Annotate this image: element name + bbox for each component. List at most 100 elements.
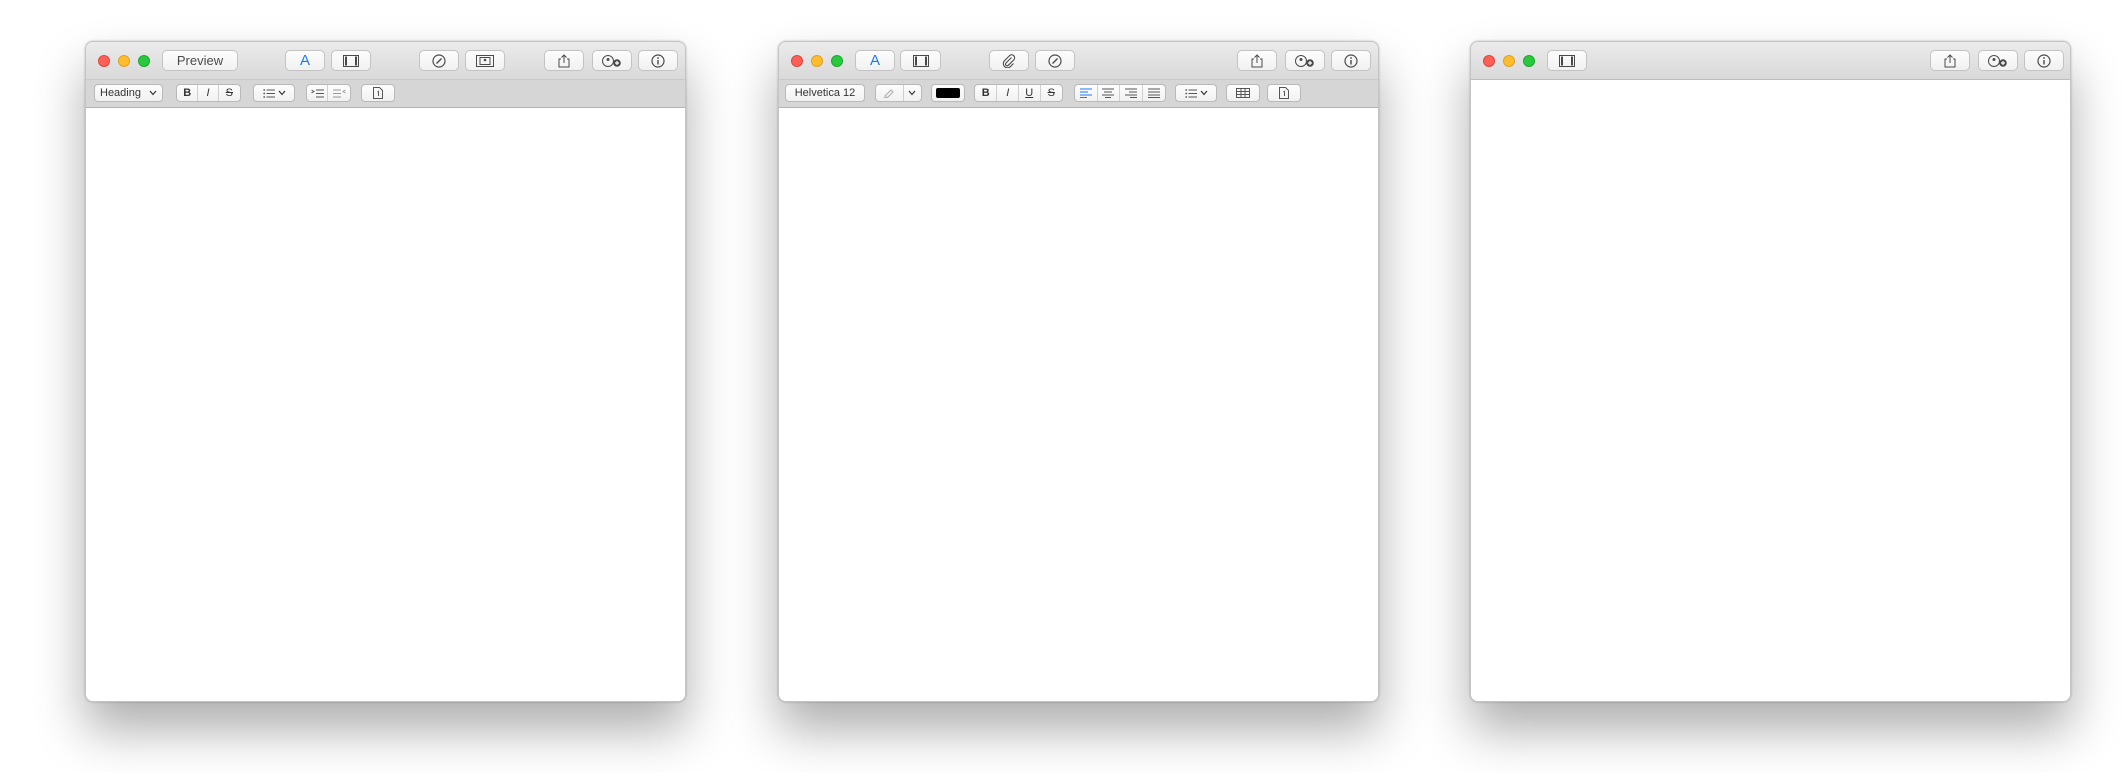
bulleted-list-icon (262, 88, 275, 98)
chevron-down-icon (1200, 90, 1207, 96)
align-justify-icon (1147, 88, 1160, 98)
close-button[interactable] (1483, 55, 1495, 67)
page-number-button[interactable] (361, 84, 395, 102)
share-icon (558, 53, 570, 67)
markup-icon (432, 53, 446, 68)
share-button[interactable] (1930, 50, 1970, 71)
markup-button[interactable] (419, 50, 459, 71)
chevron-down-icon (149, 90, 157, 96)
page-number-button[interactable] (1267, 84, 1301, 102)
info-button[interactable] (638, 50, 678, 71)
italic-button[interactable]: I (997, 85, 1019, 101)
text-style-segmented: B I U S (974, 84, 1063, 102)
collaborate-button[interactable] (1978, 50, 2018, 71)
share-icon (1944, 53, 1956, 67)
chevron-down-icon (278, 90, 285, 96)
media-button[interactable] (900, 50, 941, 71)
document-content-area[interactable] (1471, 80, 2070, 701)
font-value: Helvetica 12 (794, 87, 856, 99)
italic-button[interactable]: I (198, 85, 219, 101)
align-left-button[interactable] (1075, 85, 1098, 101)
format-text-icon: A (299, 52, 310, 69)
info-button[interactable] (1331, 50, 1371, 71)
highlight-button[interactable] (876, 85, 904, 101)
list-style-popup[interactable] (1175, 84, 1217, 102)
justify-button[interactable] (1143, 85, 1165, 101)
indent-decrease-icon (332, 89, 346, 97)
close-button[interactable] (98, 55, 110, 67)
font-popup[interactable]: Helvetica 12 (785, 84, 865, 102)
bold-button[interactable]: B (975, 85, 998, 101)
decrease-indent-button[interactable] (328, 85, 350, 101)
highlight-popup (875, 84, 922, 102)
media-button[interactable] (1547, 50, 1587, 71)
highlight-chevron[interactable] (904, 85, 921, 101)
page-number-icon (1279, 87, 1289, 99)
title-bar (1471, 42, 2070, 80)
table-button[interactable] (1226, 84, 1260, 102)
indent-segmented (306, 84, 351, 102)
format-button[interactable]: A (285, 50, 325, 71)
document-content-area[interactable] (86, 108, 685, 701)
info-button[interactable] (2024, 50, 2064, 71)
format-bar: Heading B I S (86, 79, 685, 108)
format-text-icon: A (869, 52, 880, 69)
align-center-button[interactable] (1098, 85, 1120, 101)
title-bar: A (779, 42, 1378, 79)
preview-button[interactable]: Preview (162, 50, 238, 71)
attachment-icon (1002, 53, 1016, 68)
text-color-swatch (936, 88, 960, 98)
text-color-well[interactable] (931, 84, 965, 102)
window-rich-text-editor: Preview A Heading B I S (85, 41, 686, 702)
list-style-popup[interactable] (253, 84, 295, 102)
format-button[interactable]: A (855, 50, 895, 71)
collaboration-add-icon (602, 54, 621, 67)
close-button[interactable] (791, 55, 803, 67)
collaboration-add-icon (1295, 54, 1314, 67)
minimize-button[interactable] (811, 55, 823, 67)
collaboration-add-icon (1988, 54, 2007, 67)
alignment-segmented (1074, 84, 1166, 102)
window-text-editor-formatting: A Helvetica 12 B I U S (778, 41, 1379, 702)
markup-icon (1048, 53, 1062, 68)
attach-button[interactable] (989, 50, 1029, 71)
zoom-button[interactable] (138, 55, 150, 67)
share-button[interactable] (1237, 50, 1277, 71)
window-plain-editor (1470, 41, 2071, 702)
media-browser-icon (912, 54, 929, 67)
slideshow-button[interactable] (465, 50, 505, 71)
media-browser-icon (343, 54, 359, 67)
paragraph-style-popup[interactable]: Heading (94, 84, 163, 102)
strikethrough-button[interactable]: S (219, 85, 240, 101)
share-icon (1251, 53, 1263, 67)
align-left-icon (1079, 88, 1092, 98)
document-content-area[interactable] (779, 108, 1378, 701)
highlighter-icon (883, 89, 895, 98)
minimize-button[interactable] (1503, 55, 1515, 67)
share-button[interactable] (544, 50, 584, 71)
page-number-icon (373, 87, 383, 99)
align-center-icon (1102, 88, 1115, 98)
paragraph-style-value: Heading (100, 87, 141, 99)
zoom-button[interactable] (1523, 55, 1535, 67)
minimize-button[interactable] (118, 55, 130, 67)
info-icon (2037, 53, 2051, 68)
collaborate-button[interactable] (592, 50, 632, 71)
indent-increase-icon (310, 89, 324, 97)
strikethrough-button[interactable]: S (1041, 85, 1062, 101)
align-right-icon (1124, 88, 1137, 98)
preview-button-label: Preview (176, 53, 224, 68)
text-style-segmented: B I S (176, 84, 241, 102)
info-icon (1344, 53, 1358, 68)
markup-button[interactable] (1035, 50, 1075, 71)
align-right-button[interactable] (1120, 85, 1143, 101)
bold-button[interactable]: B (177, 85, 199, 101)
media-button[interactable] (331, 50, 371, 71)
media-browser-icon (1559, 54, 1575, 67)
photo-slideshow-icon (476, 54, 494, 67)
underline-button[interactable]: U (1019, 85, 1041, 101)
collaborate-button[interactable] (1285, 50, 1325, 71)
zoom-button[interactable] (831, 55, 843, 67)
chevron-down-icon (908, 90, 916, 96)
increase-indent-button[interactable] (307, 85, 329, 101)
